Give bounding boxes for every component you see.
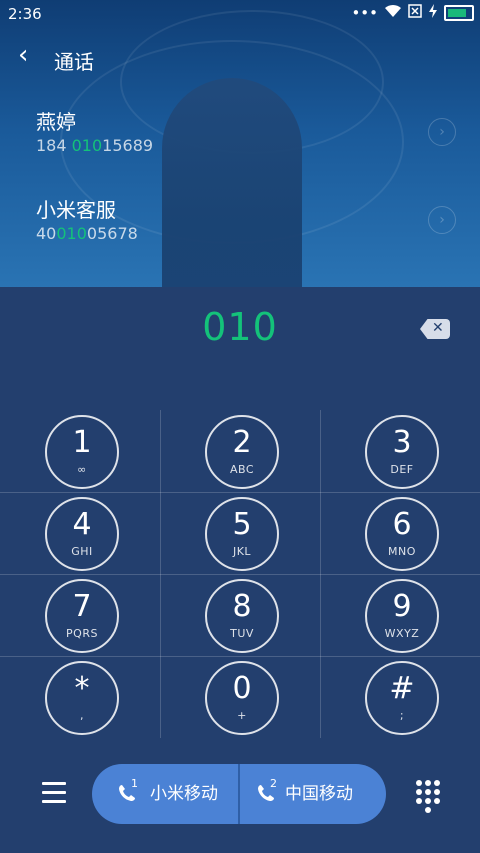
top-header: ‹ 通话 [0,40,480,80]
key-5[interactable]: 5 JKL [205,497,279,571]
contact-name: 小米客服 [36,198,116,222]
contact-item[interactable]: 燕婷 184 01015689 › [0,100,480,188]
key-2[interactable]: 2 ABC [205,415,279,489]
contact-detail-icon[interactable]: › [428,118,456,146]
charging-icon [428,4,438,22]
no-sim-icon [408,4,422,22]
wifi-icon [384,4,402,22]
key-9[interactable]: 9 WXYZ [365,579,439,653]
key-6[interactable]: 6 MNO [365,497,439,571]
key-hash[interactable]: #; [365,661,439,735]
contact-detail-icon[interactable]: › [428,206,456,234]
contact-name: 燕婷 [36,110,76,134]
dial-keypad: 1 ∞ 2 ABC 3 DEF 4 GHI 5 JKL 6 MNO 7 PQRS 8 TUV 9… [0,410,480,738]
status-icons: ••• [351,4,474,22]
call-buttons: 1 小米移动 2 中国移动 [92,764,386,824]
call-sim1-button[interactable]: 1 小米移动 [92,764,239,824]
more-dots-icon: ••• [351,4,378,22]
dialed-number: 010 [202,305,278,349]
voicemail-icon: ∞ [77,463,87,476]
status-time: 2:36 [8,5,42,23]
sim1-label: 小米移动 [150,784,218,804]
contact-number: 184 01015689 [36,136,154,155]
page-title: 通话 [54,50,94,74]
backspace-icon: ✕ [432,320,444,336]
status-bar: 2:36 ••• [0,0,480,28]
battery-icon [444,5,474,21]
call-sim2-button[interactable]: 2 中国移动 [239,764,386,824]
bottom-action-bar: 1 小米移动 2 中国移动 [0,760,480,830]
key-7[interactable]: 7 PQRS [45,579,119,653]
key-1[interactable]: 1 ∞ [45,415,119,489]
key-8[interactable]: 8 TUV [205,579,279,653]
contact-item[interactable]: 小米客服 4001005678 › [0,188,480,276]
sim-badge: 2 [270,777,277,790]
sim2-label: 中国移动 [285,784,353,804]
key-3[interactable]: 3 DEF [365,415,439,489]
menu-icon[interactable] [42,782,66,804]
key-4[interactable]: 4 GHI [45,497,119,571]
sim-badge: 1 [131,777,138,790]
back-button[interactable]: ‹ [18,42,28,68]
contact-number: 4001005678 [36,224,138,243]
key-0[interactable]: 0 + [205,661,279,735]
key-star[interactable]: *, [45,661,119,735]
dialpad-toggle-icon[interactable] [416,780,440,813]
